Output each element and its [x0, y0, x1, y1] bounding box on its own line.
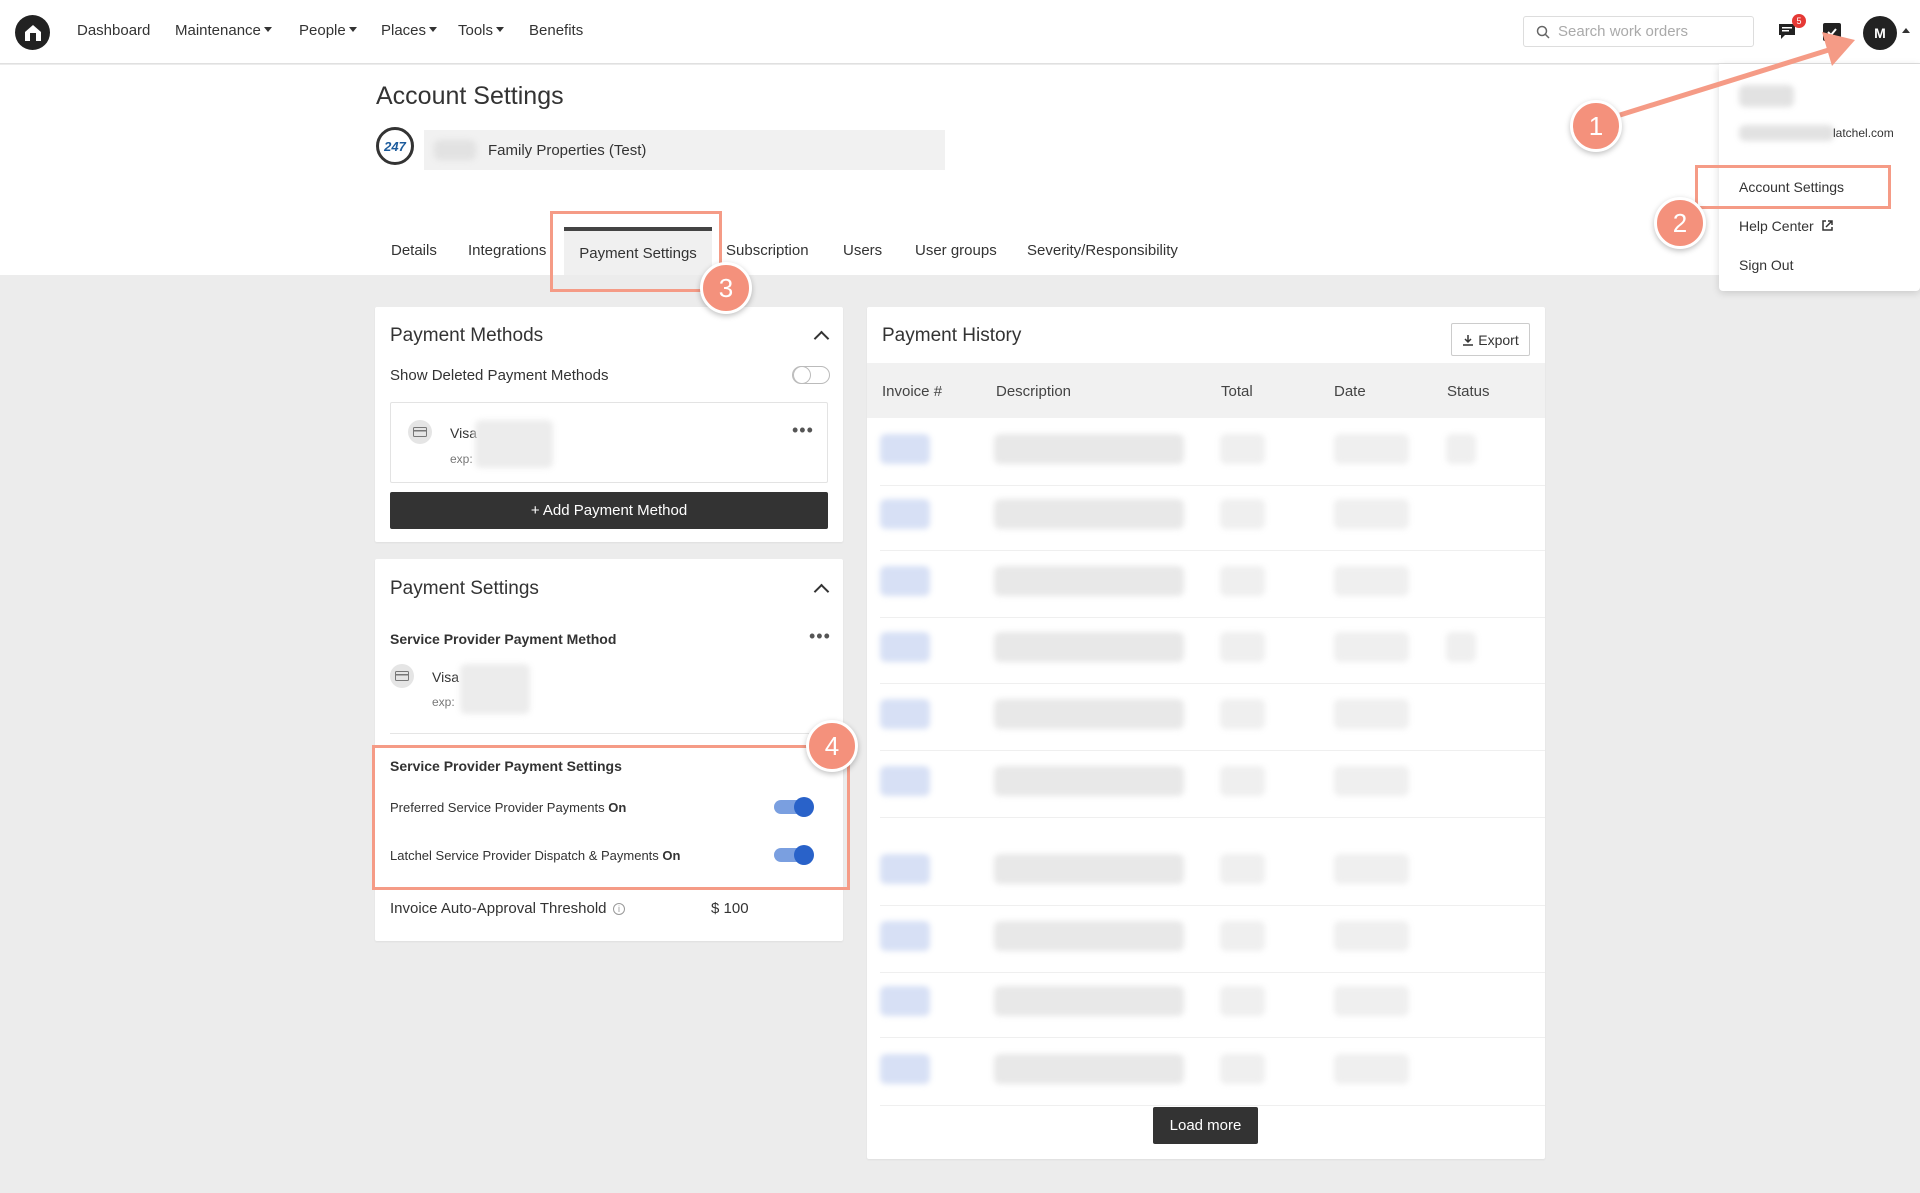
annotation-box-payment-tab [550, 211, 722, 292]
annotation-step-4: 4 [806, 720, 858, 772]
annotation-step-2: 2 [1654, 197, 1706, 249]
annotation-step-1: 1 [1570, 100, 1622, 152]
annotation-box-account-settings [1695, 165, 1891, 209]
annotation-step-3: 3 [700, 262, 752, 314]
annotation-box-sp-settings [372, 745, 850, 890]
annotation-arrow [1619, 32, 1855, 118]
